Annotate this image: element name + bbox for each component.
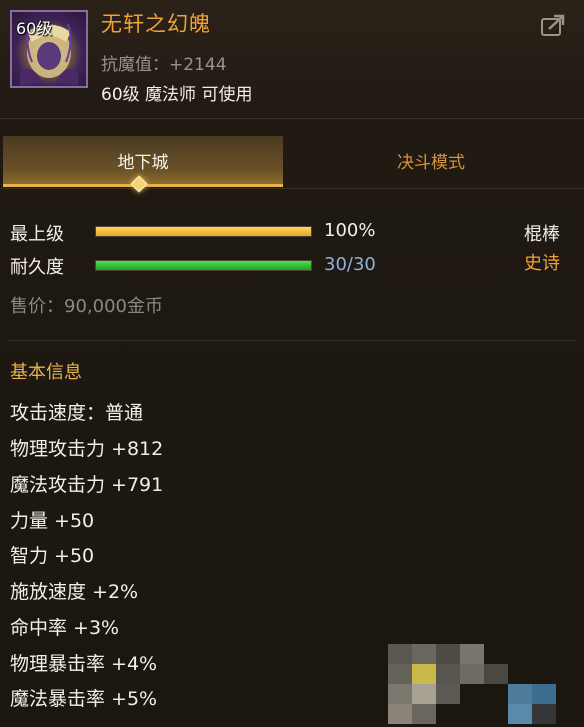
stat-physical-attack: 物理攻击力 +812 — [10, 438, 164, 460]
grade-label: 最上级 — [10, 224, 64, 245]
stat-cast-speed: 施放速度 +2% — [10, 581, 139, 603]
basic-info-title: 基本信息 — [10, 362, 82, 383]
usage-requirement: 60级 魔法师 可使用 — [101, 85, 253, 105]
grade-percent: 100% — [324, 220, 376, 241]
mode-tabs: 地下城 决斗模式 — [0, 128, 584, 189]
weapon-type: 棍棒 — [524, 224, 560, 245]
item-tooltip-panel: 60级 无轩之幻魄 抗魔值：+2144 60级 魔法师 可使用 地下城 决斗模式… — [0, 0, 584, 727]
share-icon[interactable] — [540, 14, 566, 38]
stat-strength: 力量 +50 — [10, 510, 95, 532]
tab-pvp[interactable]: 决斗模式 — [286, 136, 576, 184]
stat-magic-crit: 魔法暴击率 +5% — [10, 688, 158, 710]
section-divider — [8, 340, 576, 341]
blurred-mosaic-region — [388, 644, 584, 727]
durability-value: 30/30 — [324, 254, 376, 275]
durability-bar — [95, 260, 312, 271]
item-name: 无轩之幻魄 — [101, 12, 211, 36]
stat-attack-speed: 攻击速度：普通 — [10, 402, 144, 424]
durability-label: 耐久度 — [10, 257, 64, 278]
item-level-tag: 60级 — [16, 19, 53, 38]
grade-bar-fill — [96, 227, 311, 236]
sell-price: 售价：90,000金币 — [10, 296, 163, 317]
grade-bar — [95, 226, 312, 237]
item-icon: 60级 — [10, 10, 88, 88]
stat-hit-rate: 命中率 +3% — [10, 617, 120, 639]
stat-physical-crit: 物理暴击率 +4% — [10, 653, 158, 675]
magic-resist-value: 抗魔值：+2144 — [101, 55, 227, 75]
stat-intelligence: 智力 +50 — [10, 545, 95, 567]
stat-magic-attack: 魔法攻击力 +791 — [10, 474, 164, 496]
item-header: 60级 无轩之幻魄 抗魔值：+2144 60级 魔法师 可使用 — [0, 0, 584, 119]
durability-bar-fill — [96, 261, 311, 270]
rarity-label: 史诗 — [524, 253, 560, 274]
